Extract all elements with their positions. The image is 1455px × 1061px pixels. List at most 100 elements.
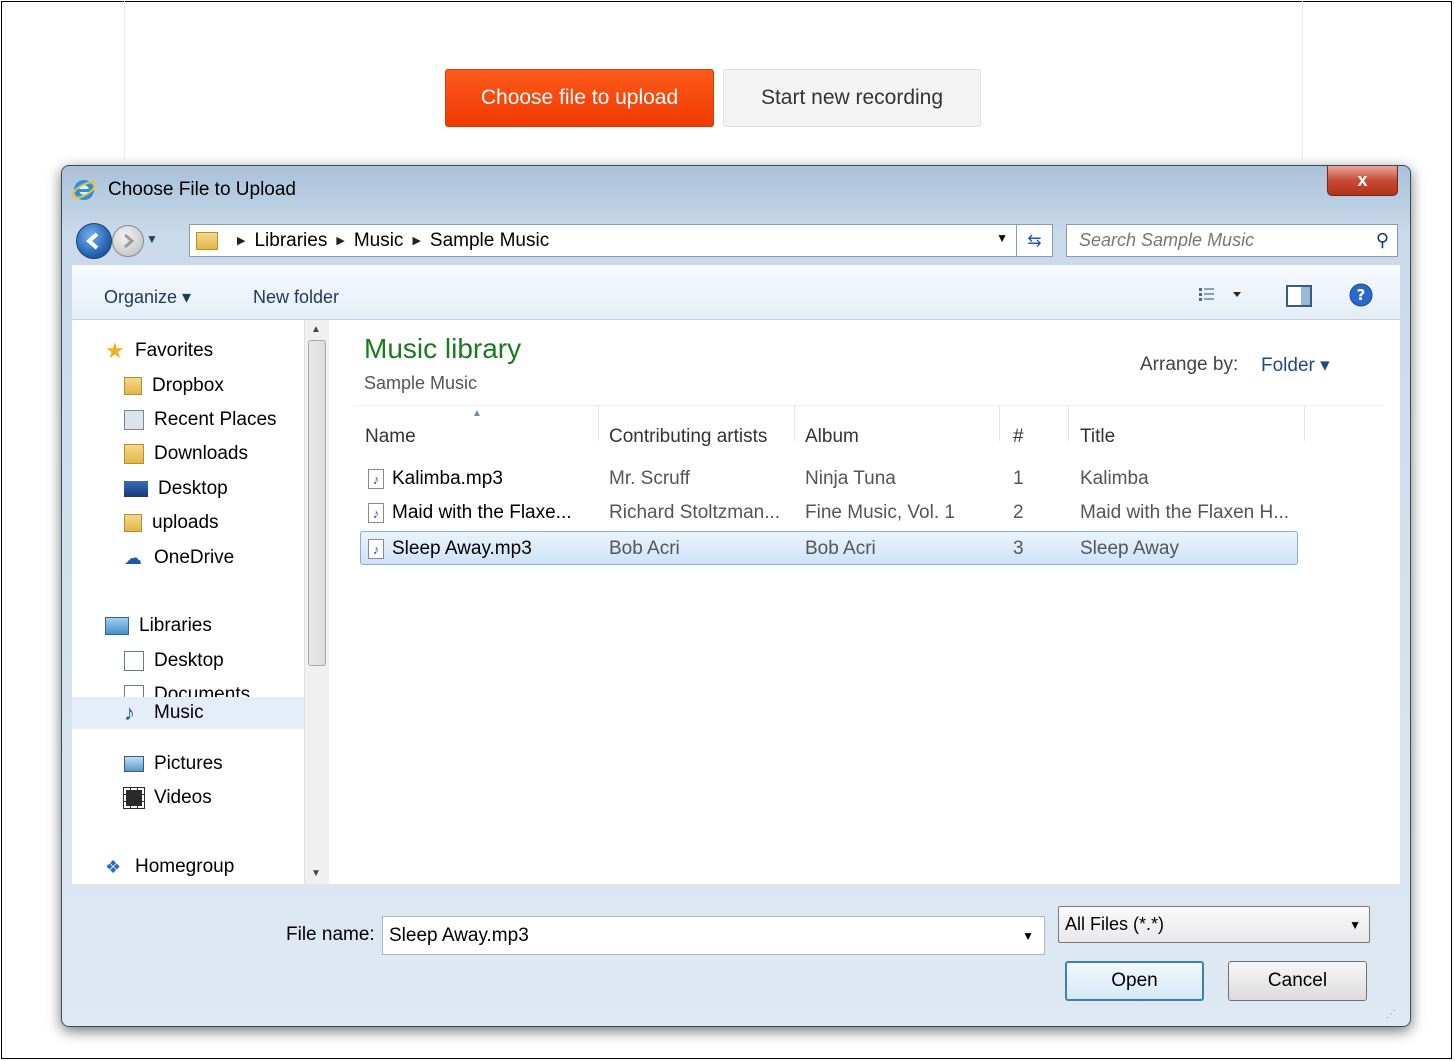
homegroup-icon: ❖ [105,857,122,877]
navigation-pane: ★ Favorites Dropbox Recent Places Downlo… [72,320,329,884]
library-title: Music library [364,333,522,364]
help-icon[interactable]: ? [1348,282,1374,308]
new-folder-button[interactable]: New folder [253,287,339,308]
address-bar[interactable]: ▶ Libraries ▶ Music ▶ Sample Music ▼ [189,224,1017,257]
cell-number: 1 [1013,468,1024,489]
audio-file-icon: ♪ [368,503,384,523]
search-icon[interactable]: ⚲ [1376,230,1389,251]
column-divider[interactable] [1304,405,1305,441]
open-button[interactable]: Open [1065,961,1204,1001]
start-recording-button[interactable]: Start new recording [723,69,981,127]
file-name: Kalimba.mp3 [392,468,503,489]
file-row[interactable]: ♪ Maid with the Flaxe... Richard Stoltzm… [360,496,1298,530]
chevron-down-icon[interactable]: ▼ [1349,918,1361,932]
nav-homegroup[interactable]: ❖ Homegroup [105,851,337,883]
folder-icon [124,377,142,395]
navigation-row: ▼ ▶ Libraries ▶ Music ▶ Sample Music ▼ ⇆… [62,219,1410,261]
folder-icon [124,514,142,532]
column-divider[interactable] [999,405,1000,441]
close-button[interactable]: x [1327,166,1398,196]
file-upload-dialog: Choose File to Upload x ▼ ▶ Libraries ▶ … [61,165,1411,1027]
file-type-value: All Files (*.*) [1065,914,1165,934]
forward-button[interactable] [112,225,144,257]
column-header-artists[interactable]: Contributing artists [609,426,767,448]
nav-favorites[interactable]: ★ Favorites [105,335,337,367]
internet-explorer-icon [71,180,97,200]
nav-label: Videos [154,787,212,808]
filename-input[interactable]: Sleep Away.mp3 ▼ [382,916,1045,955]
cell-album: Ninja Tuna [805,468,896,489]
dialog-title: Choose File to Upload [108,179,296,200]
folder-icon [196,231,218,250]
breadcrumb-music[interactable]: Music [354,230,404,252]
organize-button[interactable]: Organize ▾ [104,287,191,308]
cell-name: ♪ Maid with the Flaxe... [368,496,598,530]
column-header-album[interactable]: Album [805,426,859,448]
cell-artist: Mr. Scruff [609,468,690,489]
back-arrow-icon [85,232,99,250]
scroll-down-icon[interactable]: ▼ [311,868,321,879]
search-placeholder: Search Sample Music [1079,230,1255,250]
file-row[interactable]: ♪ Kalimba.mp3 Mr. Scruff Ninja Tuna 1 Ka… [360,462,1298,496]
nav-label: Libraries [139,615,212,636]
sort-ascending-icon: ▲ [472,408,482,419]
preview-pane-icon[interactable] [1286,285,1312,307]
refresh-button[interactable]: ⇆ [1017,224,1053,257]
arrange-by-dropdown[interactable]: Folder ▾ [1261,354,1330,377]
file-name: Sleep Away.mp3 [392,538,532,559]
nav-label: Desktop [158,478,228,499]
filename-value: Sleep Away.mp3 [389,924,529,946]
column-header-name[interactable]: Name [365,426,416,448]
view-options-icon[interactable] [1197,285,1247,303]
audio-file-icon: ♪ [368,539,384,559]
nav-music[interactable]: ♪ Music [72,697,304,729]
cloud-icon: ☁ [124,548,142,568]
column-divider[interactable] [598,405,599,441]
nav-label: uploads [152,512,219,533]
film-icon [123,787,145,809]
nav-label: Recent Places [154,409,277,430]
nav-scrollbar[interactable]: ▲ ▼ [304,320,329,884]
cell-artist: Bob Acri [609,538,680,559]
back-button[interactable] [76,223,112,259]
cell-number: 2 [1013,502,1024,523]
nav-label: OneDrive [154,547,235,568]
music-note-icon: ♪ [124,700,135,725]
cell-title: Sleep Away [1080,538,1179,559]
file-name: Maid with the Flaxe... [392,502,572,523]
column-header-number[interactable]: # [1013,426,1024,448]
forward-arrow-icon [124,233,135,249]
cell-artist: Richard Stoltzman... [609,502,781,523]
cell-name: ♪ Kalimba.mp3 [368,462,598,496]
cell-album: Fine Music, Vol. 1 [805,502,955,523]
column-divider[interactable] [794,405,795,441]
breadcrumb-sample-music[interactable]: Sample Music [430,230,549,252]
recent-places-icon [124,410,144,430]
scrollbar-thumb[interactable] [308,340,326,666]
search-input[interactable]: Search Sample Music ⚲ [1066,224,1398,257]
dialog-body: ★ Favorites Dropbox Recent Places Downlo… [72,320,1400,884]
column-divider[interactable] [1068,405,1069,441]
column-header-title[interactable]: Title [1080,426,1115,448]
nav-label: Desktop [154,650,224,671]
file-type-select[interactable]: All Files (*.*) ▼ [1058,906,1370,943]
file-row-selected[interactable]: ♪ Sleep Away.mp3 Bob Acri Bob Acri 3 Sle… [360,531,1298,565]
filename-dropdown-icon[interactable]: ▼ [1022,929,1034,943]
recent-pages-dropdown-icon[interactable]: ▼ [146,232,158,246]
document-library-icon [124,651,144,671]
resize-grip-icon[interactable]: ⋰ [1386,1009,1396,1020]
chevron-right-icon[interactable]: ▶ [412,234,420,247]
cancel-button[interactable]: Cancel [1228,961,1367,1001]
library-subtitle: Sample Music [364,373,478,393]
scroll-up-icon[interactable]: ▲ [311,324,321,335]
chevron-right-icon[interactable]: ▶ [336,234,344,247]
chevron-right-icon[interactable]: ▶ [237,234,245,247]
choose-file-button[interactable]: Choose file to upload [445,69,714,127]
header-divider [354,405,1384,406]
breadcrumb-libraries[interactable]: Libraries [254,230,327,252]
nav-libraries[interactable]: Libraries [105,610,337,642]
nav-label: Music [154,702,204,723]
svg-text:?: ? [1357,286,1366,304]
star-icon: ★ [105,338,125,363]
address-dropdown-icon[interactable]: ▼ [996,231,1008,245]
